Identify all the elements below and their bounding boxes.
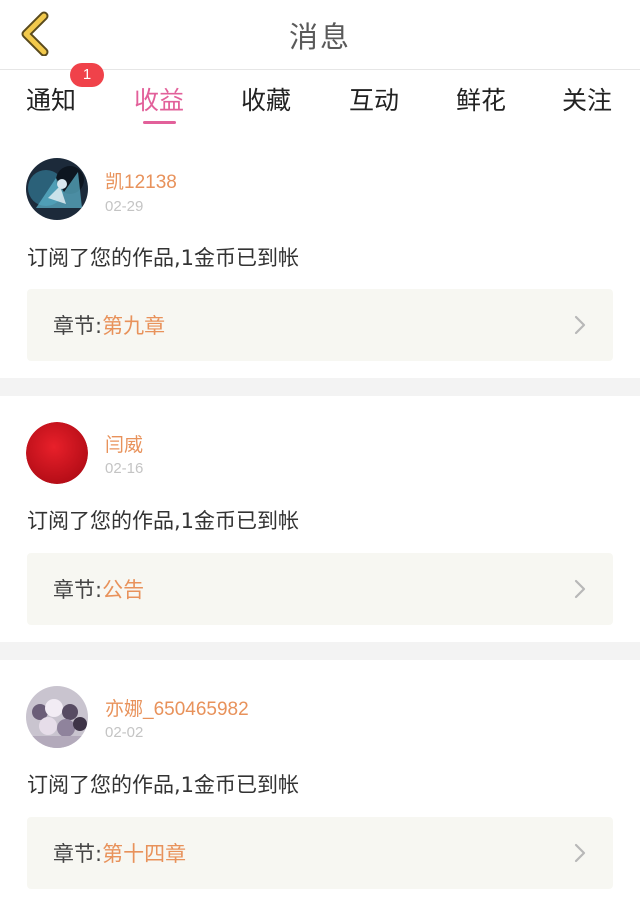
- chapter-link[interactable]: 章节:公告: [27, 553, 613, 625]
- chapter-link[interactable]: 章节:第九章: [27, 289, 613, 361]
- list-item: 凯12138 02-29 订阅了您的作品,1金币已到帐 章节:第九章: [0, 150, 640, 376]
- chapter-name: 公告: [102, 578, 145, 602]
- top-bar: 消息: [0, 0, 640, 70]
- avatar[interactable]: [26, 422, 88, 484]
- timestamp: 02-16: [105, 460, 144, 477]
- tab-interactions[interactable]: 互动: [349, 81, 399, 117]
- group-photo-avatar-icon: [26, 686, 88, 748]
- chevron-right-icon: [574, 579, 586, 599]
- tab-following[interactable]: 关注: [562, 81, 612, 117]
- username[interactable]: 亦娜_650465982: [105, 694, 249, 721]
- page-title: 消息: [288, 20, 351, 54]
- active-tab-indicator: [143, 121, 176, 124]
- list-item: 闫威 02-16 订阅了您的作品,1金币已到帐 章节:公告: [0, 396, 640, 642]
- message-text: 订阅了您的作品,1金币已到帐: [27, 509, 300, 533]
- timestamp: 02-02: [105, 724, 144, 741]
- divider: [0, 642, 640, 660]
- chapter-label-row: 章节:第十四章: [53, 838, 186, 868]
- chapter-label: 章节:: [53, 314, 103, 338]
- tab-notifications[interactable]: 通知: [26, 81, 76, 117]
- avatar[interactable]: [26, 158, 88, 220]
- tab-flowers[interactable]: 鲜花: [456, 81, 506, 117]
- divider: [0, 378, 640, 396]
- username[interactable]: 凯12138: [105, 167, 177, 194]
- avatar[interactable]: [26, 686, 88, 748]
- notification-badge: 1: [70, 63, 104, 87]
- chapter-name: 第十四章: [102, 842, 187, 866]
- timestamp: 02-29: [105, 198, 144, 215]
- chevron-right-icon: [574, 315, 586, 335]
- message-text: 订阅了您的作品,1金币已到帐: [27, 773, 300, 797]
- chapter-label: 章节:: [53, 578, 103, 602]
- list-item: 亦娜_650465982 02-02 订阅了您的作品,1金币已到帐 章节:第十四…: [0, 660, 640, 899]
- tab-earnings[interactable]: 收益: [134, 81, 184, 117]
- anime-character-avatar-icon: [26, 158, 88, 220]
- chevron-right-icon: [574, 843, 586, 863]
- chapter-label-row: 章节:公告: [53, 574, 144, 604]
- chapter-link[interactable]: 章节:第十四章: [27, 817, 613, 889]
- chapter-name: 第九章: [102, 314, 166, 338]
- chapter-label: 章节:: [53, 842, 103, 866]
- chapter-label-row: 章节:第九章: [53, 310, 165, 340]
- red-circle-avatar-icon: [26, 422, 88, 484]
- username[interactable]: 闫威: [105, 430, 143, 457]
- message-text: 订阅了您的作品,1金币已到帐: [27, 246, 300, 270]
- tab-favorites[interactable]: 收藏: [241, 81, 291, 117]
